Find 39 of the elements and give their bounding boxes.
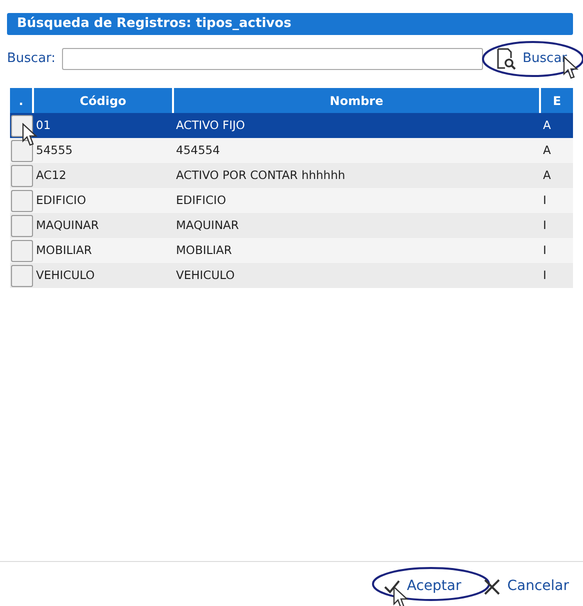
table-cell: 01 bbox=[33, 113, 173, 138]
column-header[interactable]: E bbox=[540, 88, 573, 113]
row-checkbox[interactable] bbox=[11, 164, 33, 186]
row-checkbox[interactable] bbox=[11, 214, 33, 236]
table-cell: A bbox=[540, 163, 573, 188]
table-cell: I bbox=[540, 213, 573, 238]
table-cell: VEHICULO bbox=[173, 263, 540, 288]
close-icon bbox=[483, 578, 502, 596]
row-checkbox[interactable] bbox=[11, 140, 33, 162]
row-checkbox[interactable] bbox=[11, 190, 33, 212]
table-cell: AC12 bbox=[33, 163, 173, 188]
table-cell: EDIFICIO bbox=[173, 188, 540, 213]
search-field[interactable] bbox=[62, 48, 483, 70]
check-icon bbox=[382, 578, 401, 596]
table-cell: I bbox=[540, 188, 573, 213]
dialog-title: Búsqueda de Registros: tipos_activos bbox=[7, 13, 573, 35]
table-cell: EDIFICIO bbox=[33, 188, 173, 213]
table-cell: MOBILIAR bbox=[173, 238, 540, 263]
table-cell: MAQUINAR bbox=[33, 213, 173, 238]
cursor-icon bbox=[392, 586, 409, 606]
table-cell: A bbox=[540, 113, 573, 138]
search-icon bbox=[494, 48, 517, 70]
table-cell: I bbox=[540, 238, 573, 263]
search-label: Buscar: bbox=[7, 50, 56, 68]
table-cell: ACTIVO POR CONTAR hhhhhh bbox=[173, 163, 540, 188]
column-header[interactable]: Código bbox=[33, 88, 173, 113]
table-cell: A bbox=[540, 138, 573, 163]
cancel-button[interactable]: Cancelar bbox=[479, 574, 573, 599]
row-checkbox[interactable] bbox=[11, 264, 33, 286]
table-cell: ACTIVO FIJO bbox=[173, 113, 540, 138]
table-cell: MAQUINAR bbox=[173, 213, 540, 238]
table-cell: MOBILIAR bbox=[33, 238, 173, 263]
table-cell: 454554 bbox=[173, 138, 540, 163]
table-cell: I bbox=[540, 263, 573, 288]
row-checkbox[interactable] bbox=[11, 240, 33, 262]
column-header[interactable]: . bbox=[10, 88, 33, 113]
table-cell: 54555 bbox=[33, 138, 173, 163]
table-cell: VEHICULO bbox=[33, 263, 173, 288]
column-header[interactable]: Nombre bbox=[173, 88, 540, 113]
